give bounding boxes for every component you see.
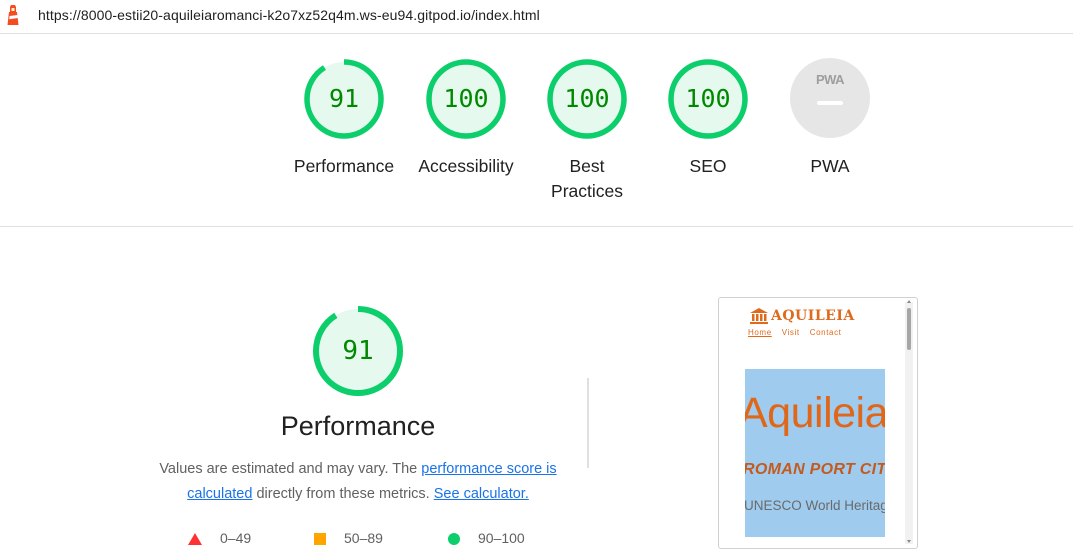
preview-hero-title: Aquileia xyxy=(745,389,885,437)
legend-average: 50–89 xyxy=(314,530,383,546)
description-text: Values are estimated and may vary. The xyxy=(159,461,422,477)
scroll-down-arrow-icon[interactable] xyxy=(907,540,911,543)
pwa-label: PWA xyxy=(810,156,850,176)
best-practices-gauge: 100 xyxy=(546,58,628,140)
see-calculator-link[interactable]: See calculator. xyxy=(434,486,529,502)
preview-nav-visit: Visit xyxy=(781,328,800,337)
performance-gauge: 91 xyxy=(303,58,385,140)
preview-site-title: AQUILEIA xyxy=(771,308,855,324)
vertical-divider xyxy=(587,378,589,468)
legend-pass: 90–100 xyxy=(448,530,525,546)
pwa-badge-text: PWA xyxy=(815,72,845,87)
legend-pass-range: 90–100 xyxy=(478,530,525,546)
address-bar: https://8000-estii20-aquileiaromanci-k2o… xyxy=(0,0,1073,34)
summary-performance[interactable]: 91 Performance xyxy=(284,58,404,179)
circle-icon xyxy=(448,533,460,546)
square-icon xyxy=(314,533,326,546)
final-screenshot-preview[interactable]: AQUILEIA Home Visit Contact Aquileia ROMAN… xyxy=(718,297,918,549)
section-divider xyxy=(0,226,1073,227)
performance-score: 91 xyxy=(328,84,360,113)
best-practices-label: Best Practices xyxy=(551,156,623,201)
preview-hero-image: Aquileia ROMAN PORT CITY UNESCO World He… xyxy=(745,369,885,537)
legend-average-range: 50–89 xyxy=(344,530,383,546)
temple-icon xyxy=(750,308,768,324)
performance-title: Performance xyxy=(280,411,436,441)
performance-detail-score: 91 xyxy=(342,336,374,366)
seo-gauge: 100 xyxy=(667,58,749,140)
preview-hero-tagline: UNESCO World Heritage xyxy=(745,498,885,513)
accessibility-score: 100 xyxy=(443,84,489,113)
summary-pwa[interactable]: PWA PWA xyxy=(770,58,890,179)
preview-nav-contact: Contact xyxy=(809,328,842,337)
scroll-up-arrow-icon[interactable] xyxy=(907,300,911,303)
pwa-badge: PWA xyxy=(790,58,870,138)
page-url[interactable]: https://8000-estii20-aquileiaromanci-k2o… xyxy=(38,7,540,23)
pwa-dash-icon xyxy=(817,101,843,105)
best-practices-score: 100 xyxy=(564,84,610,113)
lighthouse-icon xyxy=(7,5,19,25)
summary-accessibility[interactable]: 100 Accessibility xyxy=(406,58,526,179)
summary-best-practices[interactable]: 100 Best Practices xyxy=(527,58,647,204)
legend-fail: 0–49 xyxy=(188,530,251,546)
performance-description: Values are estimated and may vary. The p… xyxy=(150,457,566,507)
accessibility-gauge: 100 xyxy=(425,58,507,140)
preview-nav: Home Visit Contact xyxy=(748,328,852,337)
description-text-middle: directly from these metrics. xyxy=(252,486,434,502)
preview-scrollbar-thumb[interactable] xyxy=(907,308,911,350)
preview-nav-home: Home xyxy=(748,328,772,337)
triangle-icon xyxy=(188,533,202,546)
legend-fail-range: 0–49 xyxy=(220,530,252,546)
summary-seo[interactable]: 100 SEO xyxy=(648,58,768,179)
performance-label: Performance xyxy=(293,156,395,176)
preview-hero-subtitle: ROMAN PORT CITY xyxy=(745,461,885,478)
accessibility-label: Accessibility xyxy=(418,156,514,176)
seo-score: 100 xyxy=(685,84,731,113)
seo-label: SEO xyxy=(689,156,727,176)
